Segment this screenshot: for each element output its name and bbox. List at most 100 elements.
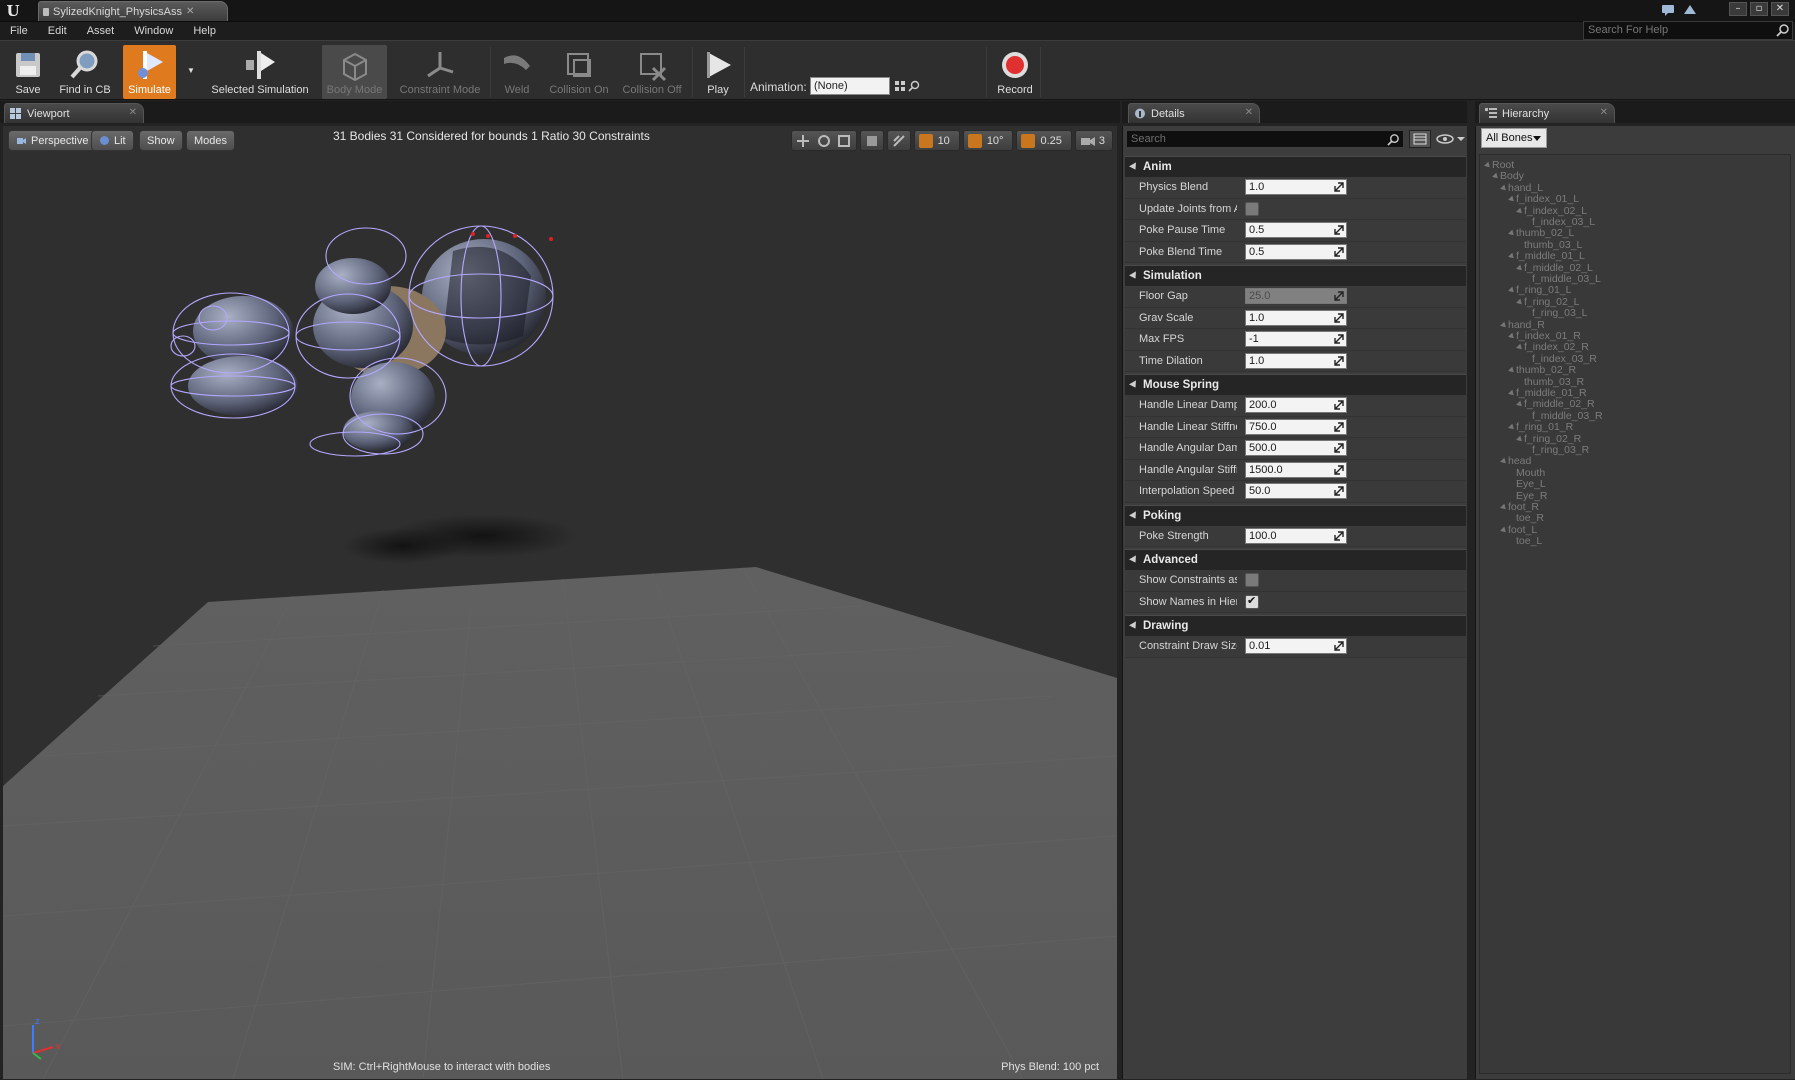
tab-viewport[interactable]: Viewport ✕: [4, 103, 144, 123]
grid-snap-toggle[interactable]: 10: [913, 130, 960, 151]
body-mode-button[interactable]: Body Mode: [322, 45, 387, 99]
grid-browse-icon[interactable]: [894, 80, 906, 92]
bone-item[interactable]: Body: [1500, 170, 1524, 182]
tab-details[interactable]: Details ✕: [1128, 103, 1260, 123]
close-tab-icon[interactable]: ✕: [1600, 107, 1608, 118]
category-drawing[interactable]: Drawing: [1125, 615, 1466, 636]
tab-hierarchy[interactable]: Hierarchy ✕: [1479, 103, 1615, 123]
bone-item[interactable]: Mouth: [1516, 467, 1545, 479]
bone-item[interactable]: f_ring_01_L: [1516, 284, 1571, 296]
bone-item[interactable]: f_index_03_R: [1532, 353, 1597, 365]
category-poking[interactable]: Poking: [1125, 504, 1466, 526]
category-mouse-spring[interactable]: Mouse Spring: [1125, 374, 1466, 395]
menu-help[interactable]: Help: [183, 25, 226, 37]
close-window-icon[interactable]: ✕: [1771, 2, 1789, 16]
bone-item[interactable]: f_middle_03_R: [1532, 410, 1603, 422]
save-button[interactable]: Save: [6, 45, 50, 99]
bone-item[interactable]: thumb_03_L: [1524, 239, 1582, 251]
close-tab-icon[interactable]: ✕: [129, 107, 137, 118]
bone-item[interactable]: hand_R: [1508, 319, 1545, 331]
lit-dropdown[interactable]: Lit: [91, 130, 134, 151]
category-advanced[interactable]: Advanced: [1125, 549, 1466, 570]
bone-item[interactable]: toe_R: [1516, 512, 1544, 524]
world-local-toggle[interactable]: [859, 130, 884, 151]
modes-dropdown[interactable]: Modes: [186, 130, 236, 151]
property-checkbox[interactable]: [1245, 573, 1259, 588]
bone-item[interactable]: f_index_02_L: [1524, 205, 1587, 217]
minimize-icon[interactable]: –: [1729, 2, 1747, 16]
show-dropdown[interactable]: Show: [139, 130, 183, 151]
bone-item[interactable]: thumb_02_R: [1516, 364, 1576, 376]
property-checkbox[interactable]: [1245, 594, 1259, 609]
transform-tools[interactable]: [790, 130, 857, 151]
bone-item[interactable]: f_ring_03_R: [1532, 444, 1589, 456]
help-search-input[interactable]: Search For Help: [1583, 21, 1793, 40]
bone-item[interactable]: head: [1508, 455, 1531, 467]
collision-on-button[interactable]: Collision On: [543, 45, 615, 99]
menu-file[interactable]: File: [0, 25, 38, 37]
bone-item[interactable]: Eye_L: [1516, 478, 1546, 490]
bone-item[interactable]: f_index_01_R: [1516, 330, 1581, 342]
animation-picker[interactable]: (None): [810, 77, 890, 95]
bone-item[interactable]: Eye_R: [1516, 490, 1548, 502]
property-value-field[interactable]: 750.0: [1245, 418, 1347, 435]
bone-item[interactable]: f_ring_02_R: [1524, 433, 1581, 445]
bone-item[interactable]: foot_R: [1508, 501, 1539, 513]
property-value-field[interactable]: 1500.0: [1245, 461, 1347, 478]
property-value-field[interactable]: 0.01: [1245, 638, 1347, 655]
property-value-field[interactable]: 200.0: [1245, 397, 1347, 414]
simulate-options-dropdown[interactable]: ▼: [184, 45, 198, 99]
camera-speed-button[interactable]: 3: [1074, 130, 1113, 151]
property-value-field[interactable]: 100.0: [1245, 527, 1347, 544]
bone-item[interactable]: Root: [1492, 159, 1514, 171]
menu-asset[interactable]: Asset: [77, 25, 125, 37]
view-options-eye-icon[interactable]: [1435, 132, 1465, 146]
constraint-mode-button[interactable]: Constraint Mode: [396, 45, 484, 99]
bone-item[interactable]: f_index_01_L: [1516, 193, 1579, 205]
feedback-icon[interactable]: [1682, 3, 1698, 17]
bone-item[interactable]: f_middle_02_L: [1524, 262, 1593, 274]
property-value-field[interactable]: 0.5: [1245, 243, 1347, 260]
close-tab-icon[interactable]: ✕: [186, 6, 194, 17]
bone-item[interactable]: thumb_03_R: [1524, 376, 1584, 388]
rotation-snap-toggle[interactable]: 10°: [962, 130, 1014, 151]
bone-filter-dropdown[interactable]: All Bones: [1481, 128, 1547, 148]
property-value-field[interactable]: 1.0: [1245, 352, 1347, 369]
close-tab-icon[interactable]: ✕: [1245, 107, 1253, 118]
bone-item[interactable]: foot_L: [1508, 524, 1537, 536]
menu-window[interactable]: Window: [124, 25, 183, 37]
category-simulation[interactable]: Simulation: [1125, 265, 1466, 286]
search-icon[interactable]: [908, 80, 920, 92]
property-value-field[interactable]: 500.0: [1245, 440, 1347, 457]
details-search-input[interactable]: Search: [1126, 130, 1404, 148]
bone-item[interactable]: toe_L: [1516, 535, 1542, 547]
bone-item[interactable]: f_ring_03_L: [1532, 307, 1587, 319]
perspective-dropdown[interactable]: Perspective: [8, 130, 97, 151]
asset-document-tab[interactable]: SylizedKnight_PhysicsAss ✕: [38, 1, 228, 21]
record-button[interactable]: Record: [994, 45, 1036, 99]
property-value-field[interactable]: 0.5: [1245, 222, 1347, 239]
collision-off-button[interactable]: Collision Off: [618, 45, 686, 99]
scale-snap-toggle[interactable]: 0.25: [1016, 130, 1072, 151]
property-value-field[interactable]: 50.0: [1245, 483, 1347, 500]
bone-item[interactable]: hand_L: [1508, 182, 1543, 194]
bone-item[interactable]: f_ring_02_L: [1524, 296, 1579, 308]
property-checkbox[interactable]: [1245, 201, 1259, 216]
bone-item[interactable]: f_index_03_L: [1532, 216, 1595, 228]
simulate-button[interactable]: Simulate: [123, 45, 176, 99]
bone-item[interactable]: f_middle_02_R: [1524, 398, 1595, 410]
weld-button[interactable]: Weld: [497, 45, 537, 99]
maximize-icon[interactable]: ▫: [1750, 2, 1768, 16]
property-value-field[interactable]: 1.0: [1245, 309, 1347, 326]
property-value-field[interactable]: -1: [1245, 331, 1347, 348]
bone-item[interactable]: thumb_02_L: [1516, 227, 1574, 239]
bone-item[interactable]: f_middle_03_L: [1532, 273, 1601, 285]
selected-simulation-button[interactable]: Selected Simulation: [206, 45, 314, 99]
surface-snap-toggle[interactable]: [886, 130, 911, 151]
play-button[interactable]: Play: [698, 45, 738, 99]
bone-item[interactable]: f_middle_01_R: [1516, 387, 1587, 399]
chat-icon[interactable]: [1660, 3, 1676, 17]
bone-item[interactable]: f_middle_01_L: [1516, 250, 1585, 262]
bone-item[interactable]: f_ring_01_R: [1516, 421, 1573, 433]
property-matrix-button[interactable]: [1409, 130, 1431, 148]
